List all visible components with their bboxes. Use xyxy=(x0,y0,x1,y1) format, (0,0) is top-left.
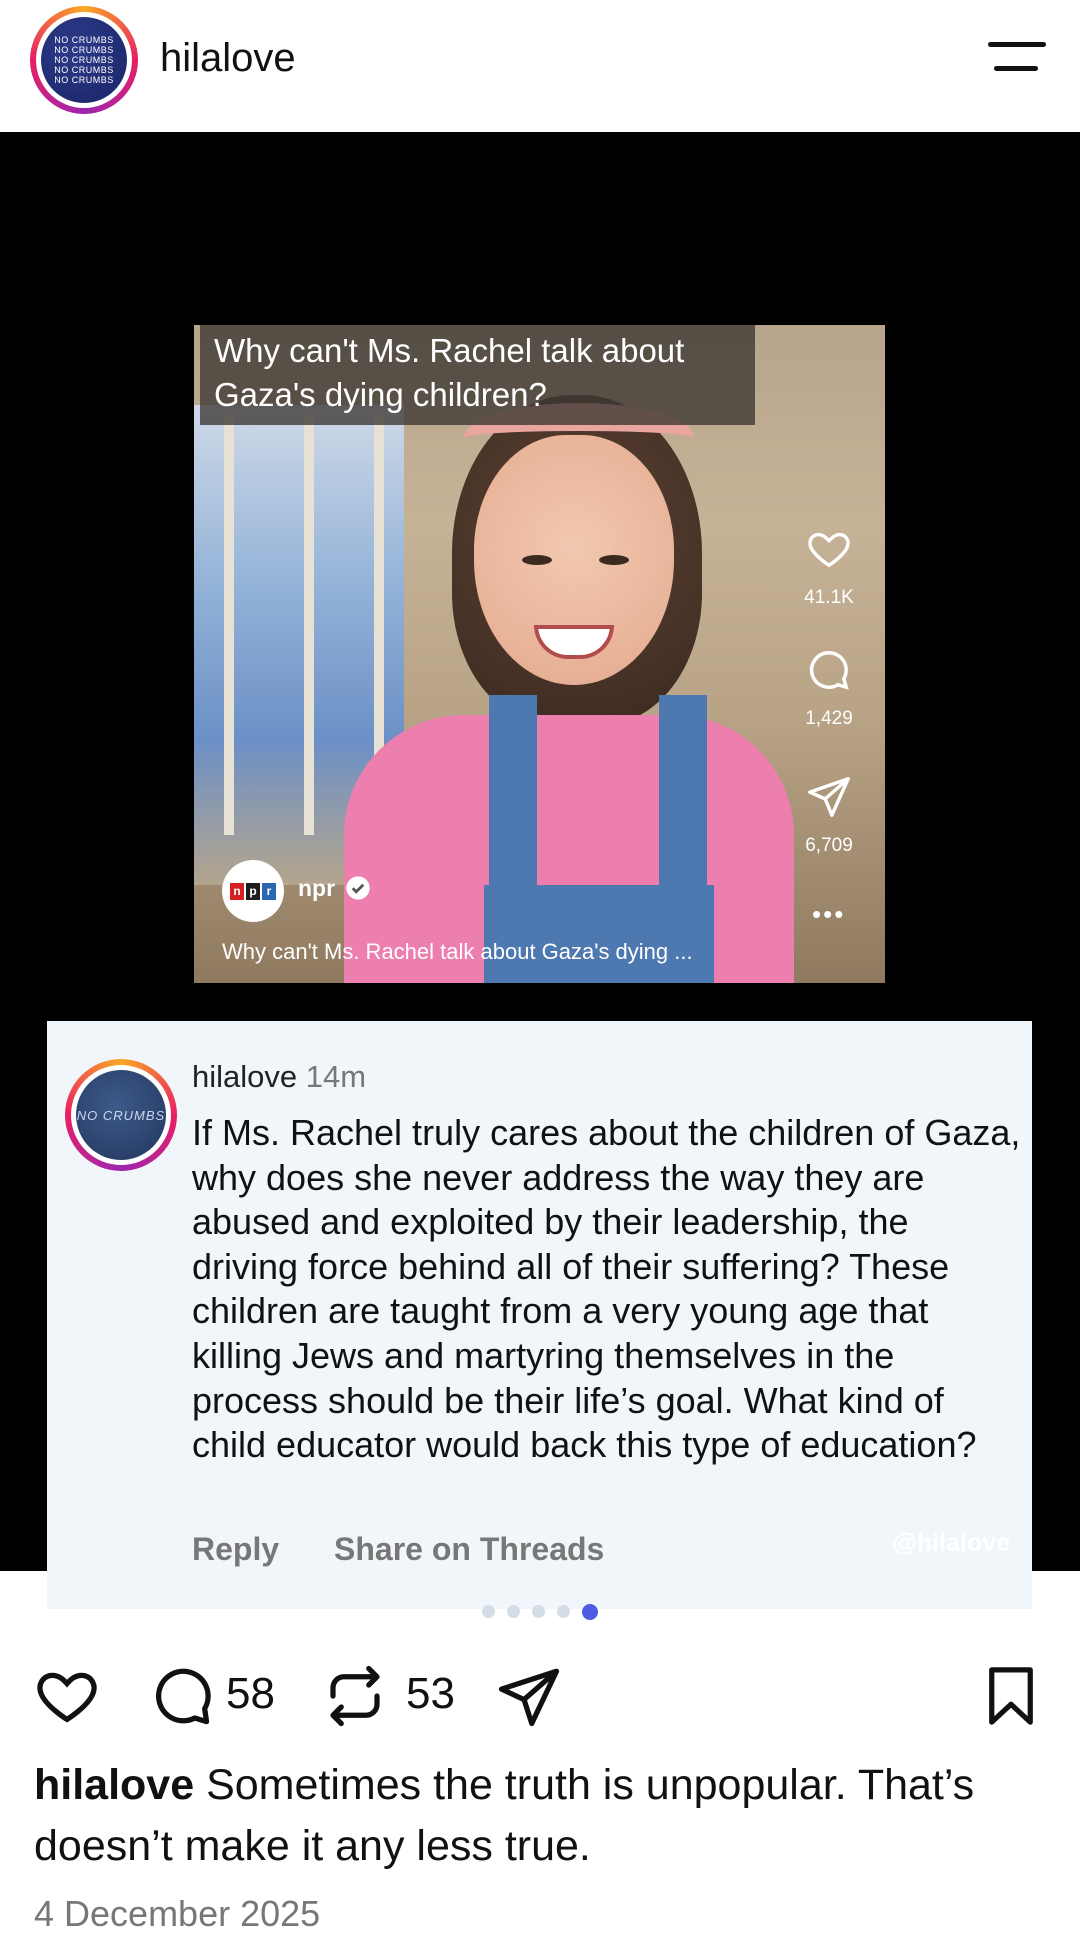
repost-count-label[interactable]: 53 xyxy=(406,1669,455,1719)
verified-badge-icon xyxy=(346,876,370,900)
watermark: @hilalove xyxy=(892,1529,1010,1557)
post-caption: hilalove Sometimes the truth is unpopula… xyxy=(34,1755,1044,1877)
pagination-dot[interactable] xyxy=(557,1605,570,1618)
video-caption: Why can't Ms. Rachel talk about Gaza's d… xyxy=(222,939,693,964)
npr-avatar[interactable]: n p r xyxy=(222,860,284,922)
video-screenshot: Why can't Ms. Rachel talk about Gaza's d… xyxy=(194,325,885,983)
video-account-name[interactable]: npr xyxy=(298,875,335,902)
comment-header: hilalove 14m xyxy=(192,1059,366,1095)
post-date: 4 December 2025 xyxy=(34,1893,321,1934)
post-image[interactable]: Why can't Ms. Rachel talk about Gaza's d… xyxy=(0,132,1080,1609)
repost-icon[interactable] xyxy=(320,1663,390,1729)
menu-icon[interactable] xyxy=(988,40,1046,76)
like-count: 41.1K xyxy=(804,587,854,608)
comment-count-label[interactable]: 58 xyxy=(226,1669,275,1719)
comment-avatar-image: NO CRUMBS xyxy=(76,1070,166,1160)
overall-bib xyxy=(484,885,714,983)
pagination-dot[interactable] xyxy=(482,1605,495,1618)
pagination-dot-active[interactable] xyxy=(582,1604,598,1620)
comment-actions: Reply Share on Threads xyxy=(192,1531,650,1568)
caption-username[interactable]: hilalove xyxy=(34,1761,194,1809)
post-action-bar: 58 53 xyxy=(0,1655,1080,1735)
like-heart-icon[interactable] xyxy=(32,1663,102,1729)
comment-count: 1,429 xyxy=(805,708,853,729)
avatar-text-line: NO CRUMBS xyxy=(54,45,114,55)
profile-username[interactable]: hilalove xyxy=(160,36,296,81)
profile-avatar[interactable]: NO CRUMBS NO CRUMBS NO CRUMBS NO CRUMBS … xyxy=(30,6,138,114)
avatar-image: NO CRUMBS NO CRUMBS NO CRUMBS NO CRUMBS … xyxy=(41,17,127,103)
send-icon[interactable] xyxy=(806,773,852,819)
avatar-text-line: NO CRUMBS xyxy=(54,75,114,85)
avatar-text-line: NO CRUMBS xyxy=(54,65,114,75)
pagination-dot[interactable] xyxy=(507,1605,520,1618)
video-title-line: Gaza's dying children? xyxy=(214,376,547,413)
comment-avatar[interactable]: NO CRUMBS xyxy=(65,1059,177,1171)
npr-logo-letter: p xyxy=(246,882,260,900)
comment-icon[interactable] xyxy=(806,647,852,693)
share-on-threads-button[interactable]: Share on Threads xyxy=(334,1531,604,1567)
npr-logo-letter: r xyxy=(262,882,276,900)
video-title-overlay: Why can't Ms. Rachel talk about Gaza's d… xyxy=(200,325,755,425)
more-options-icon[interactable]: ••• xyxy=(812,899,845,930)
comment-card: NO CRUMBS hilalove 14m If Ms. Rachel tru… xyxy=(47,1021,1032,1609)
avatar-text-line: NO CRUMBS xyxy=(54,35,114,45)
profile-header: NO CRUMBS NO CRUMBS NO CRUMBS NO CRUMBS … xyxy=(0,0,1080,132)
npr-logo-letter: n xyxy=(230,882,244,900)
comment-time: 14m xyxy=(305,1059,367,1094)
heart-icon[interactable] xyxy=(806,525,852,571)
comment-bubble-icon[interactable] xyxy=(146,1663,216,1729)
avatar-text-line: NO CRUMBS xyxy=(54,55,114,65)
pagination-dot[interactable] xyxy=(532,1605,545,1618)
carousel-pagination xyxy=(0,1604,1080,1620)
video-title-line: Why can't Ms. Rachel talk about xyxy=(214,332,685,369)
share-count: 6,709 xyxy=(805,835,853,856)
send-paper-plane-icon[interactable] xyxy=(494,1663,564,1729)
bookmark-icon[interactable] xyxy=(976,1663,1046,1729)
comment-text: If Ms. Rachel truly cares about the chil… xyxy=(192,1112,1021,1466)
comment-username[interactable]: hilalove xyxy=(192,1059,297,1094)
reply-button[interactable]: Reply xyxy=(192,1531,279,1567)
